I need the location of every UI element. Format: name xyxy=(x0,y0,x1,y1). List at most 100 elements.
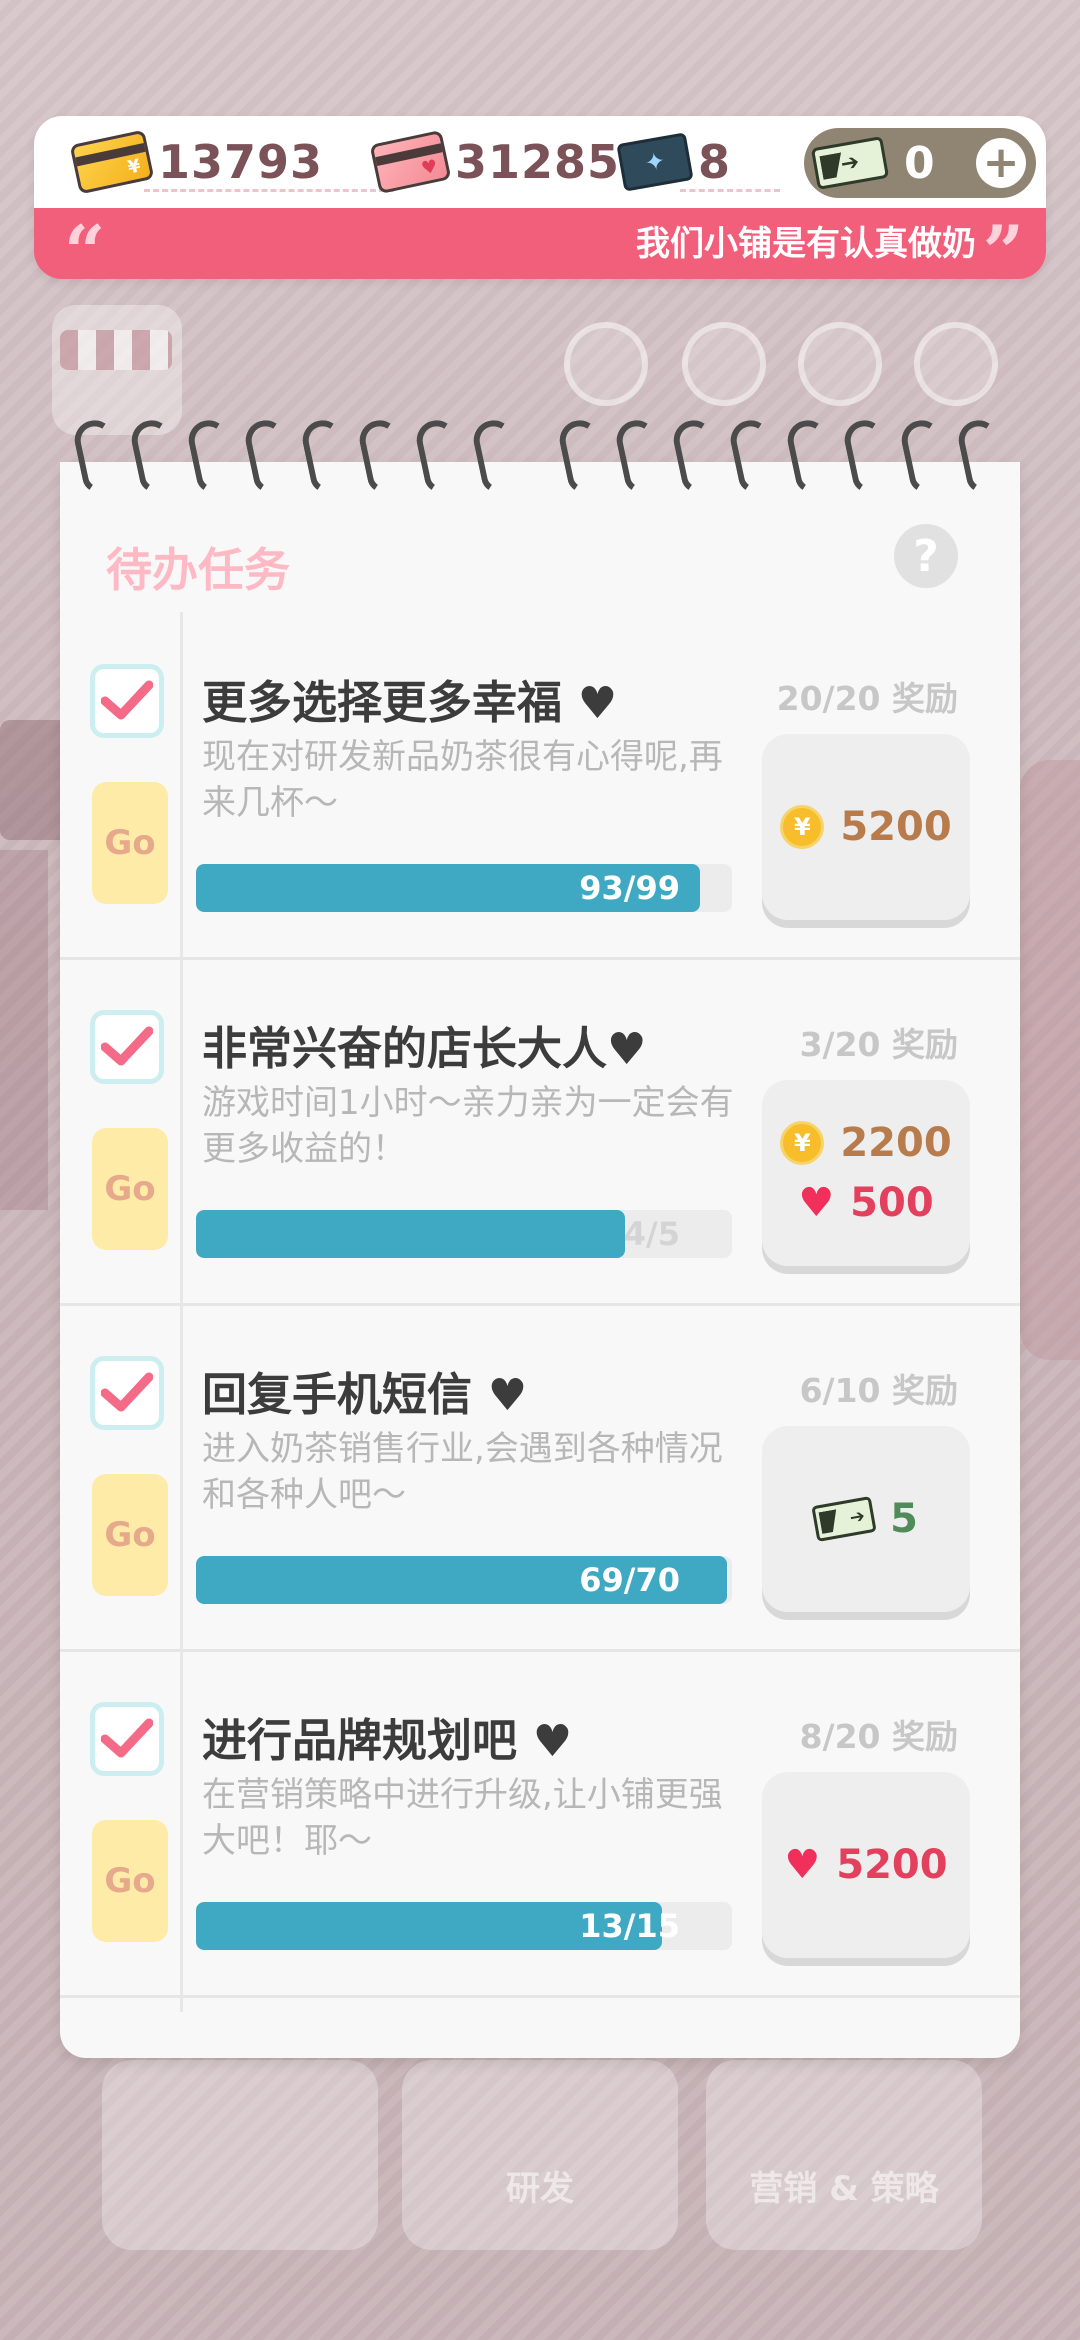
ring-icon xyxy=(355,416,410,496)
task-description: 游戏时间1小时～亲力亲为一定会有更多收益的！ xyxy=(202,1083,734,1169)
task-item: Go 更多选择更多幸福 ♥ 现在对研发新品奶茶很有心得呢,再来几杯～ 93/99… xyxy=(60,614,1020,960)
reward-button[interactable]: ¥ 5200 xyxy=(762,734,970,920)
progress-bar: 13/15 xyxy=(196,1902,732,1950)
checkbox-icon xyxy=(90,1356,164,1430)
book-icon xyxy=(798,322,882,406)
progress-label: 4/5 xyxy=(623,1215,680,1253)
pink-card-resource: ♥ 31285 xyxy=(369,116,620,208)
ring-icon xyxy=(242,416,297,496)
progress-fill xyxy=(196,1210,625,1258)
marketing-label: 营销 & 策略 xyxy=(749,2169,939,2209)
go-button[interactable]: Go xyxy=(92,1474,168,1596)
ring-icon xyxy=(613,416,668,496)
gold-card-icon: ¥ xyxy=(69,129,155,195)
settings-icon xyxy=(564,322,648,406)
reward-value: 500 xyxy=(850,1180,934,1226)
checkbox-icon xyxy=(90,664,164,738)
research-label: 研发 xyxy=(506,2169,574,2209)
progress-bar: 93/99 xyxy=(196,864,732,912)
checkbox-icon xyxy=(90,1702,164,1776)
checkbox-icon xyxy=(90,1010,164,1084)
task-title: 更多选择更多幸福 ♥ xyxy=(202,676,618,729)
reward-count: 3/20 奖励 xyxy=(799,1025,958,1064)
ring-icon xyxy=(727,416,782,496)
cash-value: 0 xyxy=(904,137,935,189)
gold-card-value: 13793 xyxy=(158,135,324,189)
add-cash-button[interactable]: + xyxy=(976,138,1026,188)
reward-value: 5200 xyxy=(840,804,952,850)
go-button[interactable]: Go xyxy=(92,1128,168,1250)
ring-icon xyxy=(556,416,611,496)
help-button[interactable]: ? xyxy=(894,524,958,588)
yen-coin-icon: ¥ xyxy=(780,1121,825,1165)
gold-card-resource: ¥ 13793 xyxy=(69,116,394,208)
task-title: 非常兴奋的店长大人♥ xyxy=(202,1022,647,1075)
heart-icon: ♥ xyxy=(532,1716,573,1767)
background-button-research: 研发 xyxy=(402,2060,678,2250)
heart-icon: ♥ xyxy=(798,1180,835,1226)
task-description: 现在对研发新品奶茶很有心得呢,再来几杯～ xyxy=(202,737,723,823)
progress-label: 69/70 xyxy=(579,1561,680,1599)
quote-open-icon: “ xyxy=(64,209,106,294)
shop-awning-decoration xyxy=(60,330,172,370)
reward-count: 6/10 奖励 xyxy=(799,1371,958,1410)
go-button[interactable]: Go xyxy=(92,782,168,904)
heart-icon: ♥ xyxy=(784,1842,821,1888)
notebook-rings xyxy=(60,416,1020,500)
notebook-title: 待办任务 xyxy=(106,543,290,597)
background-character xyxy=(1020,760,1080,1360)
ticket-value: 8 xyxy=(698,135,732,189)
background-button-left xyxy=(102,2060,378,2250)
quote-close-icon: ” xyxy=(982,209,1024,294)
task-title: 回复手机短信 ♥ xyxy=(202,1368,528,1421)
ring-icon xyxy=(897,416,952,496)
cash-icon: ➔ xyxy=(811,1496,877,1542)
task-item: Go 进行品牌规划吧 ♥ 在营销策略中进行升级,让小铺更强大吧！耶～ 13/15… xyxy=(60,1652,1020,1998)
pink-card-icon: ♥ xyxy=(369,129,452,195)
progress-label: 13/15 xyxy=(579,1907,680,1945)
reward-button[interactable]: ♥ 5200 xyxy=(762,1772,970,1958)
ring-icon xyxy=(469,416,524,496)
shop-icon xyxy=(52,305,182,435)
ring-icon xyxy=(783,416,838,496)
task-description: 在营销策略中进行升级,让小铺更强大吧！耶～ xyxy=(202,1775,723,1861)
ring-icon xyxy=(128,416,183,496)
yen-coin-icon: ¥ xyxy=(780,805,825,849)
resource-bar: ¥ 13793 ♥ 31285 ✦ 8 ➔ 0 + “ 我们小铺是有认真做奶 ” xyxy=(34,116,1046,288)
background-wall xyxy=(0,850,48,1210)
reward-value: 5 xyxy=(890,1496,918,1542)
cash-icon: ➔ xyxy=(810,136,890,190)
task-item: Go 非常兴奋的店长大人♥ 游戏时间1小时～亲力亲为一定会有更多收益的！ 4/5… xyxy=(60,960,1020,1306)
pink-card-value: 31285 xyxy=(454,135,620,189)
reward-count: 20/20 奖励 xyxy=(776,679,958,718)
ring-icon xyxy=(840,416,895,496)
task-title: 进行品牌规划吧 ♥ xyxy=(202,1714,573,1767)
go-button[interactable]: Go xyxy=(92,1820,168,1942)
background-button-marketing: 营销 & 策略 xyxy=(706,2060,982,2250)
ring-icon xyxy=(954,416,1009,496)
task-description: 进入奶茶销售行业,会遇到各种情况和各种人吧～ xyxy=(202,1429,723,1515)
ticket-icon: ✦ xyxy=(616,132,694,192)
cash-resource[interactable]: ➔ 0 + xyxy=(804,128,1036,198)
ring-icon xyxy=(185,416,240,496)
ticket-resource: ✦ 8 xyxy=(616,116,780,208)
heart-icon: ♥ xyxy=(577,678,618,729)
ring-icon xyxy=(670,416,725,496)
reward-count: 8/20 奖励 xyxy=(799,1717,958,1756)
reward-value: 5200 xyxy=(836,1842,948,1888)
progress-label: 93/99 xyxy=(579,869,680,907)
target-icon xyxy=(682,322,766,406)
reward-value: 2200 xyxy=(840,1120,952,1166)
progress-bar: 4/5 xyxy=(196,1210,732,1258)
heart-icon: ♥ xyxy=(607,1024,647,1075)
reward-button[interactable]: ¥ 2200 ♥ 500 xyxy=(762,1080,970,1266)
ring-icon xyxy=(412,416,467,496)
ring-icon xyxy=(298,416,353,496)
menu-icon xyxy=(914,322,998,406)
ring-icon xyxy=(71,416,126,496)
task-notebook: 待办任务 ? Go 更多选择更多幸福 ♥ 现在对研发新品奶茶很有心得呢,再来几杯… xyxy=(60,462,1020,2058)
progress-bar: 69/70 xyxy=(196,1556,732,1604)
task-item: Go 回复手机短信 ♥ 进入奶茶销售行业,会遇到各种情况和各种人吧～ 69/70… xyxy=(60,1306,1020,1652)
heart-icon: ♥ xyxy=(487,1370,528,1421)
reward-button[interactable]: ➔ 5 xyxy=(762,1426,970,1612)
